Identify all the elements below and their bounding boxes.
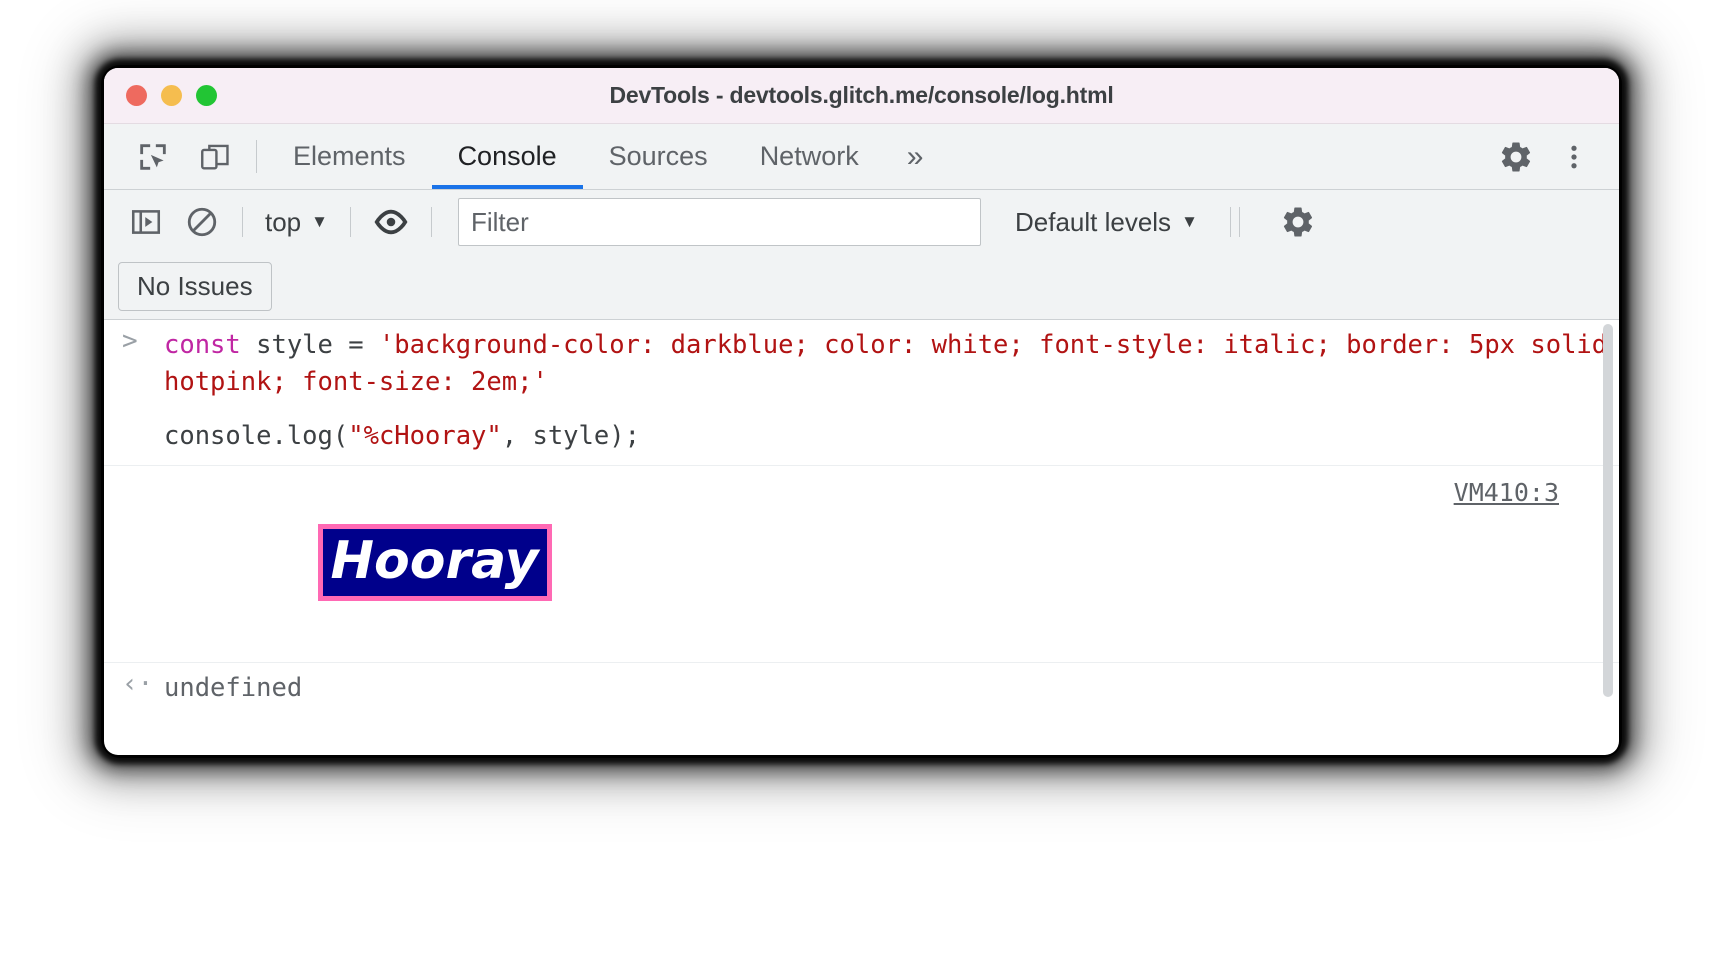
window-title-bar: DevTools - devtools.glitch.me/console/lo… [104, 68, 1619, 124]
devtools-tab-list: Elements Console Sources Network » [267, 124, 945, 189]
code-token-assign: style = [256, 330, 379, 360]
console-message-list: > const style = 'background-color: darkb… [104, 320, 1619, 701]
input-prompt-glyph-2 [122, 411, 164, 465]
live-expression-eye-icon[interactable] [363, 194, 419, 250]
tab-console-label: Console [457, 141, 557, 171]
console-input-row-1[interactable]: > const style = 'background-color: darkb… [104, 320, 1619, 411]
no-issues-button[interactable]: No Issues [118, 262, 272, 311]
console-scrollbar-thumb[interactable] [1603, 324, 1613, 697]
tab-console[interactable]: Console [431, 124, 583, 189]
console-toolbar: top ▼ Default levels ▼ [104, 190, 1619, 254]
inspect-element-icon[interactable] [122, 124, 184, 189]
console-output-row: Hooray VM410:3 [104, 466, 1619, 664]
log-level-label: Default levels [1014, 206, 1172, 237]
console-scrollbar[interactable] [1603, 324, 1613, 697]
input-prompt-glyph-1: > [122, 326, 138, 356]
console-result-value: undefined [164, 673, 303, 701]
execution-context-selector[interactable]: top ▼ [255, 207, 338, 238]
console-input-block: > const style = 'background-color: darkb… [104, 320, 1619, 466]
execution-context-label: top [265, 206, 302, 237]
tab-sources-label: Sources [608, 141, 708, 171]
result-prompt-glyph: ‹· [122, 669, 154, 700]
clear-console-icon[interactable] [174, 194, 230, 250]
code-token-consolelog: console.log( [164, 421, 349, 451]
styled-log-message: Hooray [317, 524, 552, 602]
tab-network[interactable]: Network [734, 124, 885, 189]
console-toolbar-divider-3 [430, 207, 432, 237]
code-token-format-string: "%cHooray" [348, 421, 502, 451]
code-token-const: const [164, 330, 257, 360]
tab-elements-label: Elements [293, 141, 406, 171]
filter-input[interactable] [457, 198, 981, 246]
screenshot-root: DevTools - devtools.glitch.me/console/lo… [0, 0, 1722, 974]
tab-network-label: Network [759, 141, 859, 171]
tabbar-right-actions [1458, 124, 1619, 189]
console-output-content: Hooray [164, 466, 1619, 662]
tab-elements[interactable]: Elements [267, 124, 432, 189]
chevron-down-icon: ▼ [311, 212, 328, 231]
kebab-menu-icon[interactable] [1545, 128, 1603, 186]
console-sidebar-icon[interactable] [118, 194, 174, 250]
console-toolbar-divider-1 [242, 207, 243, 237]
output-gutter [122, 466, 164, 474]
code-token-style-string: 'background-color: darkblue; color: whit… [164, 330, 1608, 397]
console-toolbar-divider-2 [349, 207, 351, 237]
console-settings-gear-icon[interactable] [1270, 194, 1326, 250]
window-title: DevTools - devtools.glitch.me/console/lo… [609, 82, 1114, 108]
device-toolbar-icon[interactable] [184, 124, 246, 189]
tabbar-divider [256, 140, 257, 173]
issues-bar: No Issues [104, 254, 1619, 320]
console-toolbar-divider-4 [1229, 207, 1231, 237]
devtools-window: DevTools - devtools.glitch.me/console/lo… [104, 68, 1619, 755]
code-token-arg-style: , style); [501, 421, 640, 451]
tab-sources[interactable]: Sources [583, 124, 734, 189]
console-input-code-2: console.log("%cHooray", style); [164, 411, 1619, 465]
console-input-code-1: const style = 'background-color: darkblu… [164, 320, 1619, 411]
gear-icon[interactable] [1487, 128, 1545, 186]
source-location-link[interactable]: VM410:3 [1454, 478, 1559, 507]
log-level-selector[interactable]: Default levels ▼ [1005, 207, 1208, 238]
console-input-row-2[interactable]: console.log("%cHooray", style); [104, 411, 1619, 465]
console-toolbar-divider-5 [1238, 207, 1240, 237]
console-result-row: ‹· undefined [104, 663, 1619, 701]
devtools-main-tabbar: Elements Console Sources Network » [104, 124, 1619, 190]
chevron-down-icon-levels: ▼ [1181, 212, 1198, 231]
more-tabs-icon[interactable]: » [885, 124, 946, 189]
